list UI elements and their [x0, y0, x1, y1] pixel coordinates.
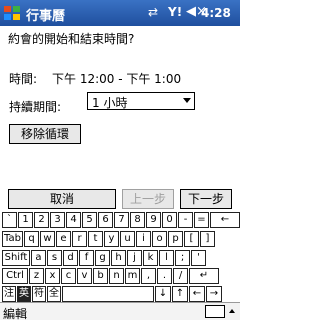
- key-r4k0[interactable]: 注: [2, 286, 16, 302]
- key-r1k10[interactable]: p: [168, 231, 183, 247]
- key-r2k11[interactable]: ': [191, 250, 206, 266]
- chevron-down-icon: [183, 98, 191, 103]
- key-r2k8[interactable]: k: [143, 250, 158, 266]
- key-r4k5[interactable]: ↓: [155, 286, 171, 302]
- key-r2k10[interactable]: ;: [175, 250, 190, 266]
- key-r1k11[interactable]: [: [184, 231, 199, 247]
- key-r0k5[interactable]: 5: [82, 212, 97, 228]
- key-r1k8[interactable]: i: [136, 231, 151, 247]
- time-label: 時間:: [9, 72, 38, 86]
- key-r0k12[interactable]: =: [194, 212, 209, 228]
- key-r1k5[interactable]: t: [88, 231, 103, 247]
- key-r3k6[interactable]: n: [109, 268, 124, 284]
- key-r0k11[interactable]: -: [178, 212, 193, 228]
- time-value: 下午 12:00 - 下午 1:00: [52, 72, 182, 86]
- key-r2k3[interactable]: d: [63, 250, 78, 266]
- key-r4k1[interactable]: 英: [17, 286, 31, 302]
- chevron-up-icon: [229, 309, 235, 313]
- key-r0k8[interactable]: 8: [130, 212, 145, 228]
- key-r0k7[interactable]: 7: [114, 212, 129, 228]
- key-r0k9[interactable]: 9: [146, 212, 161, 228]
- key-r3k8[interactable]: ,: [141, 268, 156, 284]
- key-r2k0[interactable]: Shift: [2, 250, 30, 266]
- key-r4k3[interactable]: 全: [47, 286, 61, 302]
- duration-value: 1 小時: [92, 96, 128, 110]
- connectivity-icon[interactable]: ⇄: [148, 5, 158, 19]
- key-r0k13[interactable]: ←: [210, 212, 240, 228]
- windows-flag-icon[interactable]: [3, 4, 21, 22]
- key-r4k6[interactable]: ↑: [172, 286, 188, 302]
- key-r0k6[interactable]: 6: [98, 212, 113, 228]
- key-r3k9[interactable]: .: [157, 268, 172, 284]
- key-r3k0[interactable]: Ctrl: [2, 268, 28, 284]
- keyboard-icon: [205, 305, 225, 318]
- key-r3k10[interactable]: /: [173, 268, 188, 284]
- key-r3k3[interactable]: c: [61, 268, 76, 284]
- key-r3k7[interactable]: m: [125, 268, 140, 284]
- key-r2k5[interactable]: g: [95, 250, 110, 266]
- key-r3k5[interactable]: b: [93, 268, 108, 284]
- key-r0k0[interactable]: `: [2, 212, 17, 228]
- key-r0k1[interactable]: 1: [18, 212, 33, 228]
- title-bar: 行事曆 ⇄ Y! ◀× 4:28: [0, 0, 240, 26]
- key-space[interactable]: [62, 286, 154, 302]
- next-button[interactable]: 下一步: [180, 189, 232, 209]
- input-panel-toggle[interactable]: [205, 303, 239, 320]
- page-prompt: 約會的開始和結束時間?: [8, 32, 135, 46]
- key-r1k7[interactable]: u: [120, 231, 135, 247]
- key-r2k1[interactable]: a: [31, 250, 46, 266]
- key-r4k8[interactable]: →: [206, 286, 222, 302]
- key-r2k4[interactable]: f: [79, 250, 94, 266]
- key-r3k2[interactable]: x: [45, 268, 60, 284]
- key-r0k2[interactable]: 2: [34, 212, 49, 228]
- key-r0k10[interactable]: 0: [162, 212, 177, 228]
- key-r1k9[interactable]: o: [152, 231, 167, 247]
- key-r1k3[interactable]: e: [56, 231, 71, 247]
- signal-icon[interactable]: Y!: [168, 5, 182, 19]
- key-r1k6[interactable]: y: [104, 231, 119, 247]
- key-r1k2[interactable]: w: [40, 231, 55, 247]
- remove-recurrence-button[interactable]: 移除循環: [9, 124, 81, 144]
- clock[interactable]: 4:28: [201, 6, 231, 20]
- key-r2k9[interactable]: l: [159, 250, 174, 266]
- key-r1k12[interactable]: ]: [200, 231, 215, 247]
- key-r2k6[interactable]: h: [111, 250, 126, 266]
- key-r2k2[interactable]: s: [47, 250, 62, 266]
- prev-button: 上一步: [122, 189, 174, 209]
- duration-label: 持續期間:: [9, 100, 62, 114]
- app-title: 行事曆: [26, 9, 66, 24]
- key-r0k4[interactable]: 4: [66, 212, 81, 228]
- key-r3k1[interactable]: z: [29, 268, 44, 284]
- key-r0k3[interactable]: 3: [50, 212, 65, 228]
- key-r1k0[interactable]: Tab: [2, 231, 23, 247]
- duration-select[interactable]: 1 小時: [87, 92, 195, 110]
- key-r4k7[interactable]: ←: [189, 286, 205, 302]
- key-r3k4[interactable]: v: [77, 268, 92, 284]
- menu-edit[interactable]: 編輯: [3, 305, 27, 320]
- menu-bar: 編輯: [0, 302, 240, 320]
- key-r1k4[interactable]: r: [72, 231, 87, 247]
- key-r4k2[interactable]: 符: [32, 286, 46, 302]
- key-r2k7[interactable]: j: [127, 250, 142, 266]
- key-r3k11[interactable]: ↵: [189, 268, 219, 284]
- key-r1k1[interactable]: q: [24, 231, 39, 247]
- cancel-button[interactable]: 取消: [8, 189, 116, 209]
- soft-keyboard: ` 1 2 3 4 5 6 7 8 9 0- = ← Tab q w e r t y u i o p[] Shift a s d f g h…: [0, 212, 240, 302]
